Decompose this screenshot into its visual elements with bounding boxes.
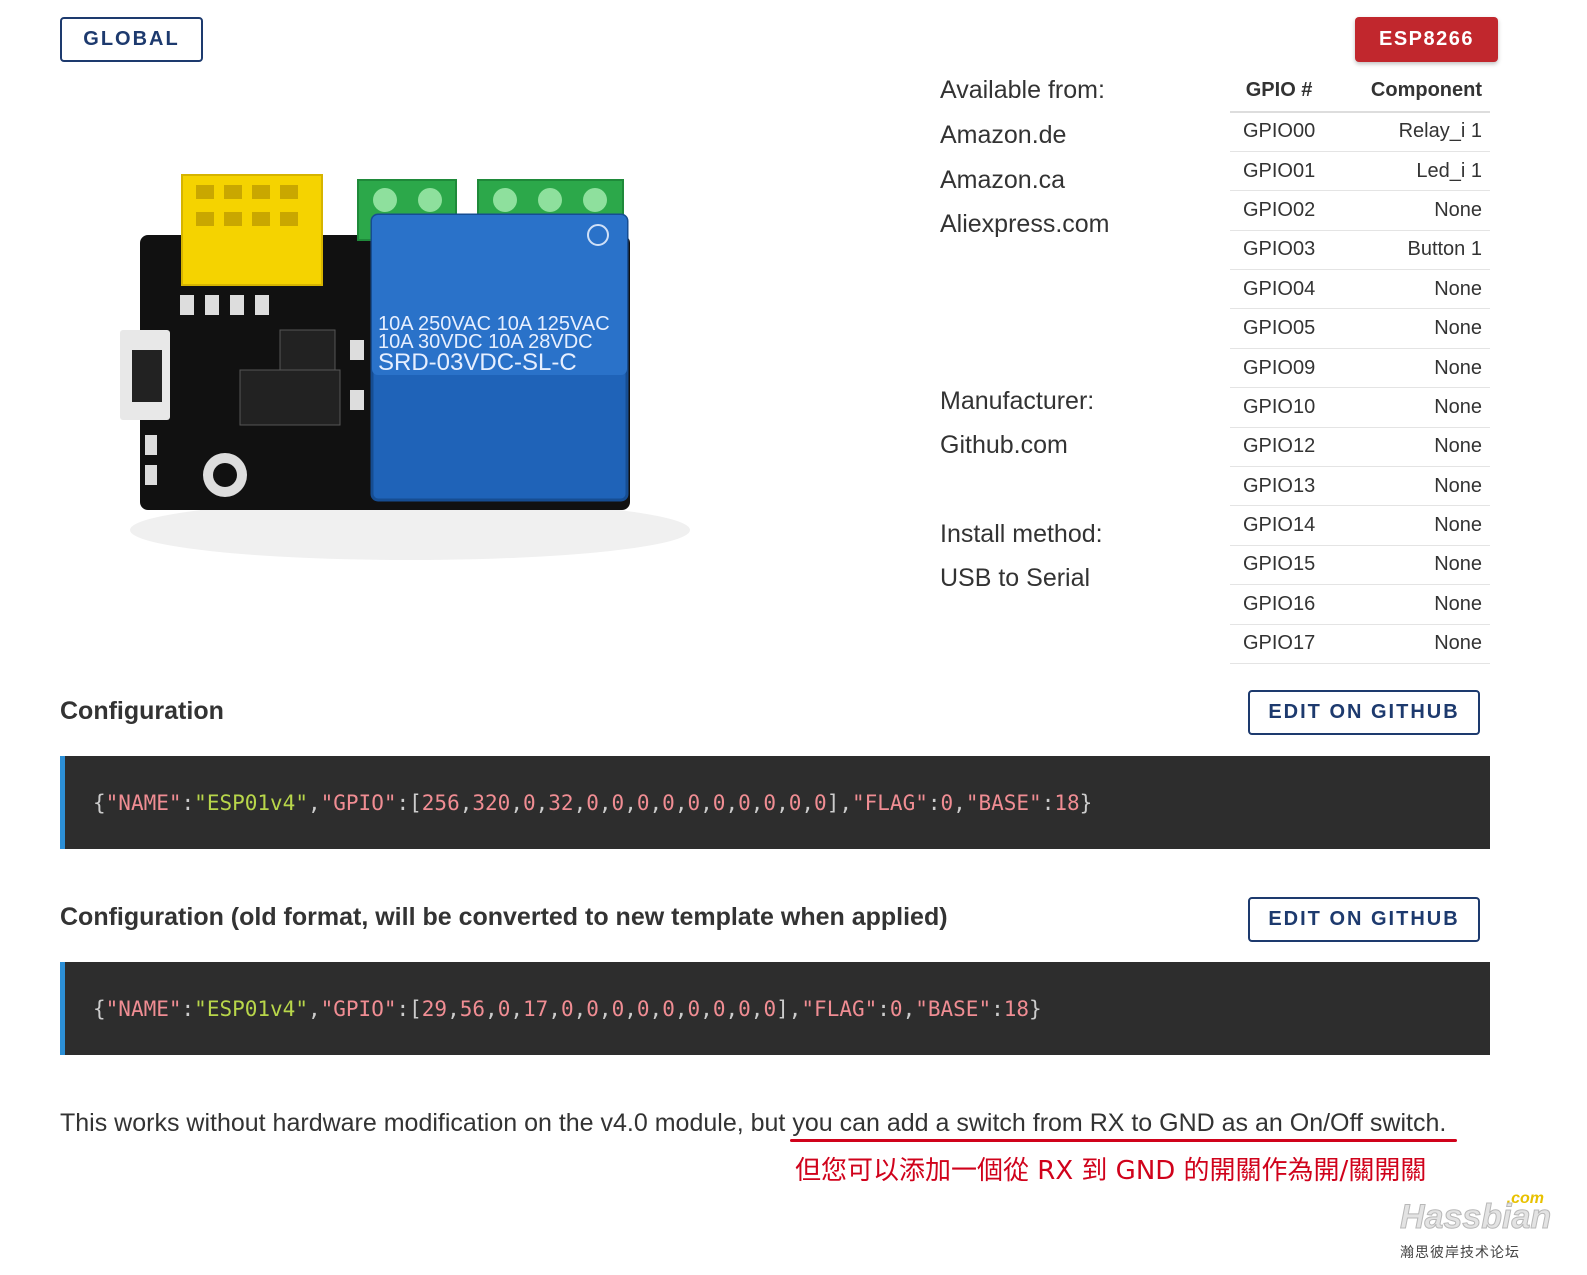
- edit-on-github-old-button[interactable]: EDIT ON GITHUB: [1248, 897, 1480, 942]
- note-text-highlight: but you can add a switch from RX to GND …: [750, 1109, 1363, 1137]
- gpio-cell: GPIO09: [1230, 348, 1329, 389]
- table-row: GPIO15 None: [1230, 545, 1490, 586]
- table-row: GPIO01 Led_i 1: [1230, 151, 1490, 192]
- component-column-header: Component: [1328, 70, 1490, 113]
- component-cell: None: [1328, 269, 1490, 310]
- configuration-title: Configuration: [60, 697, 224, 725]
- watermark-subtitle: 瀚思彼岸技术论坛: [1400, 1244, 1520, 1260]
- component-cell: Led_i 1: [1328, 151, 1490, 192]
- gpio-cell: GPIO17: [1230, 624, 1329, 664]
- available-from-heading: Available from:: [940, 76, 1105, 104]
- component-cell: None: [1328, 427, 1490, 468]
- component-cell: Button 1: [1328, 230, 1490, 271]
- watermark-logo: .com Hassbian 瀚思彼岸技术论坛: [1399, 1190, 1560, 1270]
- component-cell: None: [1328, 505, 1490, 546]
- manufacturer-link[interactable]: Github.com: [940, 431, 1068, 460]
- table-row: GPIO16 None: [1230, 584, 1490, 625]
- component-cell: None: [1328, 584, 1490, 625]
- table-row: GPIO04 None: [1230, 269, 1490, 310]
- table-row: GPIO03 Button 1: [1230, 230, 1490, 271]
- chip-esp8266-badge[interactable]: ESP8266: [1355, 17, 1498, 62]
- link-amazon-de[interactable]: Amazon.de: [940, 121, 1066, 150]
- table-row: GPIO13 None: [1230, 466, 1490, 507]
- annotation-underline: [790, 1139, 1457, 1142]
- configuration-old-title: Configuration (old format, will be conve…: [60, 903, 948, 931]
- table-row: GPIO05 None: [1230, 308, 1490, 349]
- component-cell: None: [1328, 466, 1490, 507]
- global-button[interactable]: GLOBAL: [60, 17, 203, 62]
- table-row: GPIO14 None: [1230, 505, 1490, 546]
- edit-on-github-button[interactable]: EDIT ON GITHUB: [1248, 690, 1480, 735]
- product-image: 10A 250VAC 10A 125VAC 10A 30VDC 10A 28VD…: [110, 170, 710, 580]
- gpio-cell: GPIO01: [1230, 151, 1329, 192]
- component-cell: Relay_i 1: [1328, 112, 1490, 152]
- install-method-heading: Install method:: [940, 520, 1103, 548]
- table-row: GPIO10 None: [1230, 387, 1490, 428]
- gpio-cell: GPIO03: [1230, 230, 1329, 271]
- component-cell: None: [1328, 624, 1490, 664]
- note-text-before: This works without hardware modification…: [60, 1109, 751, 1137]
- gpio-column-header: GPIO #: [1230, 70, 1329, 113]
- gpio-table: GPIO # Component GPIO00 Relay_i 1 GPIO01 L…: [1230, 70, 1490, 664]
- table-row: GPIO00 Relay_i 1: [1230, 112, 1490, 152]
- table-row: GPIO09 None: [1230, 348, 1490, 389]
- configuration-code-block[interactable]: {"NAME": "ESP01v4", "GPIO":[256, 320, 0, 32, 0…: [60, 756, 1490, 849]
- gpio-cell: GPIO10: [1230, 387, 1329, 428]
- relay-model-text: SRD-03VDC-SL-C: [378, 349, 577, 376]
- gpio-table-header: GPIO # Component: [1230, 70, 1490, 113]
- table-row: GPIO02 None: [1230, 190, 1490, 231]
- link-aliexpress[interactable]: Aliexpress.com: [940, 210, 1110, 239]
- gpio-cell: GPIO05: [1230, 308, 1329, 349]
- note-text-after: switch.: [1362, 1109, 1447, 1137]
- component-cell: None: [1328, 545, 1490, 586]
- gpio-cell: GPIO12: [1230, 427, 1329, 468]
- component-cell: None: [1328, 308, 1490, 349]
- gpio-cell: GPIO14: [1230, 505, 1329, 546]
- gpio-cell: GPIO04: [1230, 269, 1329, 310]
- component-cell: None: [1328, 387, 1490, 428]
- watermark-brand: Hassbian: [1399, 1198, 1552, 1237]
- gpio-cell: GPIO15: [1230, 545, 1329, 586]
- install-method-value: USB to Serial: [940, 564, 1091, 592]
- component-cell: None: [1328, 348, 1490, 389]
- link-amazon-ca[interactable]: Amazon.ca: [940, 166, 1065, 195]
- configuration-old-code-block[interactable]: {"NAME": "ESP01v4", "GPIO":[29, 56, 0, 17, 0, 0…: [60, 962, 1490, 1055]
- table-row: GPIO12 None: [1230, 427, 1490, 468]
- gpio-cell: GPIO13: [1230, 466, 1329, 507]
- gpio-cell: GPIO00: [1230, 112, 1329, 152]
- component-cell: None: [1328, 190, 1490, 231]
- manufacturer-heading: Manufacturer:: [940, 387, 1095, 415]
- table-row: GPIO17 None: [1230, 624, 1490, 664]
- gpio-cell: GPIO02: [1230, 190, 1329, 231]
- annotation-translation: 但您可以添加一個從 RX 到 GND 的開關作為開/關開關: [795, 1156, 1427, 1186]
- gpio-cell: GPIO16: [1230, 584, 1329, 625]
